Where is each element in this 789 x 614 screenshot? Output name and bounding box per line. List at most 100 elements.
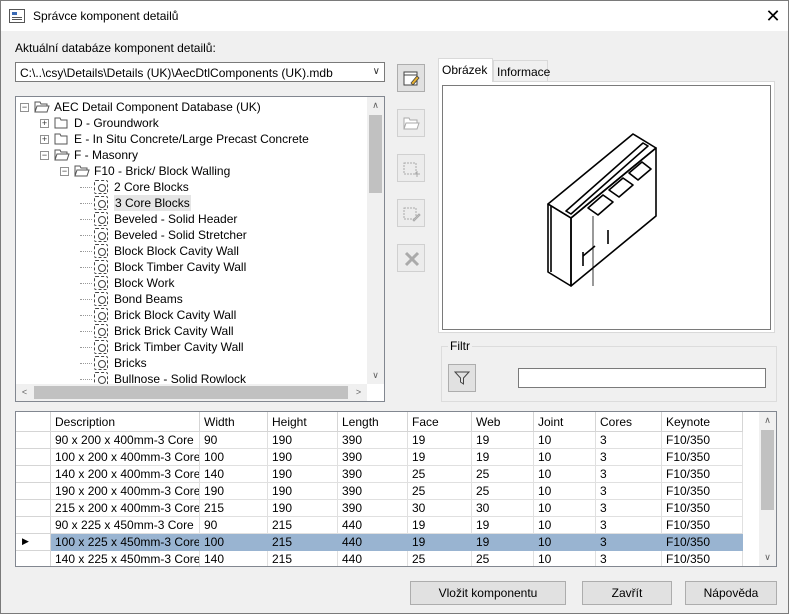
tree-item[interactable]: Brick Brick Cavity Wall bbox=[16, 323, 368, 339]
tree-item[interactable]: Beveled - Solid Stretcher bbox=[16, 227, 368, 243]
row-header[interactable] bbox=[16, 500, 51, 517]
edit-icon bbox=[403, 207, 421, 222]
tree-item[interactable]: Bond Beams bbox=[16, 291, 368, 307]
table-row[interactable]: 90 x 225 x 450mm-3 Core 90 215 440 19 19 10 3 F1… bbox=[16, 517, 743, 534]
tree-item[interactable]: Brick Block Cavity Wall bbox=[16, 307, 368, 323]
row-header[interactable] bbox=[16, 449, 51, 466]
table-vertical-scrollbar[interactable]: ∧ ∨ bbox=[759, 412, 776, 566]
expand-icon[interactable]: + bbox=[40, 135, 49, 144]
tree-item[interactable]: Block Block Cavity Wall bbox=[16, 243, 368, 259]
tree-item[interactable]: Brick Timber Cavity Wall bbox=[16, 339, 368, 355]
column-header[interactable]: Joint bbox=[534, 412, 596, 432]
table-cell: 190 bbox=[200, 483, 268, 500]
tree-item[interactable]: + E - In Situ Concrete/Large Precast Conc… bbox=[16, 131, 368, 147]
database-label: Aktuální databáze komponent detailů: bbox=[15, 41, 216, 55]
scroll-up-icon[interactable]: ∧ bbox=[759, 412, 776, 429]
insert-component-button[interactable]: Vložit komponentu bbox=[410, 581, 566, 605]
row-header[interactable]: ▶ bbox=[16, 534, 51, 551]
tree-item[interactable]: Block Work bbox=[16, 275, 368, 291]
scroll-down-icon[interactable]: ∨ bbox=[367, 367, 384, 384]
table-cell: 25 bbox=[472, 551, 534, 566]
tree-item[interactable]: − AEC Detail Component Database (UK) bbox=[16, 99, 368, 115]
table-row[interactable]: 140 x 225 x 450mm-3 Core 140 215 440 25 25 10 3… bbox=[16, 551, 743, 566]
table-cell: 215 x 200 x 400mm-3 Core bbox=[51, 500, 200, 517]
column-header[interactable]: Web bbox=[472, 412, 534, 432]
filter-button[interactable] bbox=[448, 364, 476, 392]
table-cell: 25 bbox=[472, 466, 534, 483]
tree-item-label: AEC Detail Component Database (UK) bbox=[54, 100, 261, 114]
tree-vertical-scrollbar[interactable]: ∧ ∨ bbox=[367, 97, 384, 384]
help-button[interactable]: Nápověda bbox=[685, 581, 777, 605]
close-window-button[interactable]: ✕ bbox=[758, 1, 788, 31]
column-header[interactable]: Length bbox=[338, 412, 408, 432]
table-row[interactable]: 190 x 200 x 400mm-3 Core 190 190 390 25 25 10 3… bbox=[16, 483, 743, 500]
tree-item[interactable]: Block Timber Cavity Wall bbox=[16, 259, 368, 275]
column-header[interactable]: Cores bbox=[596, 412, 662, 432]
block-drawing bbox=[547, 133, 657, 287]
collapse-icon[interactable]: − bbox=[40, 151, 49, 160]
add-component-button[interactable] bbox=[397, 154, 425, 182]
tree-item[interactable]: + D - Groundwork bbox=[16, 115, 368, 131]
table-cell: 3 bbox=[596, 432, 662, 449]
table-cell: 3 bbox=[596, 483, 662, 500]
component-tree[interactable]: − AEC Detail Component Database (UK) + D - … bbox=[15, 96, 385, 402]
collapse-icon[interactable]: − bbox=[20, 103, 29, 112]
component-preview-image bbox=[442, 85, 771, 330]
table-cell: 10 bbox=[534, 534, 596, 551]
tree-item[interactable]: − F10 - Brick/ Block Walling bbox=[16, 163, 368, 179]
title-bar: Správce komponent detailů ✕ bbox=[1, 1, 788, 31]
column-header[interactable]: Width bbox=[200, 412, 268, 432]
expand-icon[interactable]: + bbox=[40, 119, 49, 128]
scroll-down-icon[interactable]: ∨ bbox=[759, 549, 776, 566]
scroll-up-icon[interactable]: ∧ bbox=[367, 97, 384, 114]
tree-horizontal-scrollbar[interactable]: < > bbox=[16, 384, 367, 401]
database-combo[interactable]: C:\..\csy\Details\Details (UK)\AecDtlCom… bbox=[15, 62, 385, 82]
dialog-window: Správce komponent detailů ✕ Aktuální dat… bbox=[0, 0, 789, 614]
tree-item[interactable]: Bricks bbox=[16, 355, 368, 371]
tree-item[interactable]: Beveled - Solid Header bbox=[16, 211, 368, 227]
open-folder-button[interactable] bbox=[397, 109, 425, 137]
open-folder-icon bbox=[74, 165, 90, 177]
column-header[interactable]: Description bbox=[51, 412, 200, 432]
table-row[interactable]: 90 x 200 x 400mm-3 Core 90 190 390 19 19 10 3 F1… bbox=[16, 432, 743, 449]
filter-input[interactable] bbox=[518, 368, 766, 388]
scroll-right-icon[interactable]: > bbox=[350, 384, 367, 401]
row-header[interactable] bbox=[16, 432, 51, 449]
table-row[interactable]: ▶ 100 x 225 x 450mm-3 Core 100 215 440 19 19 10… bbox=[16, 534, 743, 551]
scroll-thumb[interactable] bbox=[761, 430, 774, 510]
delete-button[interactable] bbox=[397, 244, 425, 272]
component-icon bbox=[94, 180, 108, 194]
column-header[interactable]: Face bbox=[408, 412, 472, 432]
table-cell: 10 bbox=[534, 500, 596, 517]
component-icon bbox=[94, 196, 108, 210]
close-button[interactable]: Zavřít bbox=[582, 581, 672, 605]
row-header[interactable] bbox=[16, 551, 51, 566]
component-table[interactable]: Description Width Height Length Face Web Joint… bbox=[15, 411, 777, 567]
tree-item[interactable]: − F - Masonry bbox=[16, 147, 368, 163]
tree-connector bbox=[80, 267, 92, 268]
tab-information[interactable]: Informace bbox=[493, 60, 550, 82]
column-header[interactable]: Height bbox=[268, 412, 338, 432]
tree-item[interactable]: 3 Core Blocks bbox=[16, 195, 368, 211]
table-cell: 19 bbox=[408, 534, 472, 551]
row-header[interactable] bbox=[16, 517, 51, 534]
column-header[interactable]: Keynote bbox=[662, 412, 743, 432]
table-cell: 3 bbox=[596, 517, 662, 534]
edit-database-button[interactable] bbox=[397, 64, 425, 92]
table-row[interactable]: 140 x 200 x 400mm-3 Core 140 190 390 25 25 10 3… bbox=[16, 466, 743, 483]
collapse-icon[interactable]: − bbox=[60, 167, 69, 176]
tree-item[interactable]: 2 Core Blocks bbox=[16, 179, 368, 195]
scroll-thumb[interactable] bbox=[369, 115, 382, 193]
edit-component-button[interactable] bbox=[397, 199, 425, 227]
table-row[interactable]: 100 x 200 x 400mm-3 Core 100 190 390 19 19 10 3… bbox=[16, 449, 743, 466]
scroll-thumb[interactable] bbox=[34, 386, 348, 399]
row-header[interactable] bbox=[16, 483, 51, 500]
row-header[interactable] bbox=[16, 466, 51, 483]
filter-label: Filtr bbox=[448, 339, 472, 353]
open-folder-icon bbox=[34, 101, 50, 113]
scroll-left-icon[interactable]: < bbox=[16, 384, 33, 401]
table-cell: 215 bbox=[268, 551, 338, 566]
tab-image[interactable]: Obrázek bbox=[438, 58, 493, 82]
table-row[interactable]: 215 x 200 x 400mm-3 Core 215 190 390 30 30 10 3… bbox=[16, 500, 743, 517]
tree-item-label: 3 Core Blocks bbox=[114, 195, 191, 211]
